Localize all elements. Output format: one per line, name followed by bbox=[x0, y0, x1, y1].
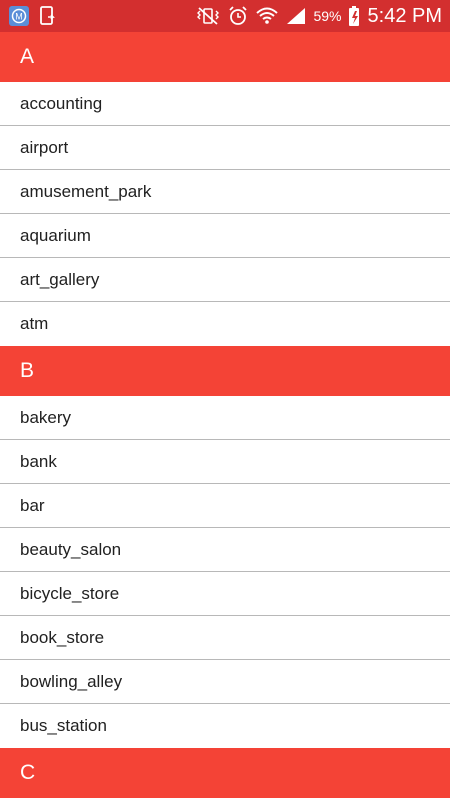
list-item-beauty-salon[interactable]: beauty_salon bbox=[0, 528, 450, 572]
signal-icon bbox=[285, 6, 307, 26]
list-item-aquarium[interactable]: aquarium bbox=[0, 214, 450, 258]
list-item-amusement-park[interactable]: amusement_park bbox=[0, 170, 450, 214]
list-item-bus-station[interactable]: bus_station bbox=[0, 704, 450, 748]
list-item-accounting[interactable]: accounting bbox=[0, 82, 450, 126]
clock: 5:42 PM bbox=[367, 4, 442, 27]
list-item-bakery[interactable]: bakery bbox=[0, 396, 450, 440]
section-header-a: A bbox=[0, 32, 450, 82]
battery-charging-icon bbox=[348, 5, 360, 27]
wifi-icon bbox=[255, 5, 279, 27]
alarm-icon bbox=[227, 5, 249, 27]
status-bar-right: 59% 5:42 PM bbox=[195, 5, 442, 28]
vibrate-mute-icon bbox=[195, 6, 221, 26]
section-header-b: B bbox=[0, 346, 450, 396]
section-header-c: C bbox=[0, 748, 450, 798]
list-item-art-gallery[interactable]: art_gallery bbox=[0, 258, 450, 302]
svg-text:M: M bbox=[15, 12, 23, 22]
list-item-bicycle-store[interactable]: bicycle_store bbox=[0, 572, 450, 616]
list-item-bank[interactable]: bank bbox=[0, 440, 450, 484]
list-item-airport[interactable]: airport bbox=[0, 126, 450, 170]
list-item-bowling-alley[interactable]: bowling_alley bbox=[0, 660, 450, 704]
list-item-book-store[interactable]: book_store bbox=[0, 616, 450, 660]
list-item-bar[interactable]: bar bbox=[0, 484, 450, 528]
list-item-atm[interactable]: atm bbox=[0, 302, 450, 346]
status-bar-left: M bbox=[8, 5, 56, 27]
battery-percentage: 59% bbox=[313, 8, 342, 24]
app-notification-icon: M bbox=[8, 5, 30, 27]
places-list[interactable]: A accounting airport amusement_park aqua… bbox=[0, 32, 450, 798]
phone-notification-icon bbox=[38, 5, 56, 27]
status-bar: M 59% 5:42 PM bbox=[0, 0, 450, 32]
